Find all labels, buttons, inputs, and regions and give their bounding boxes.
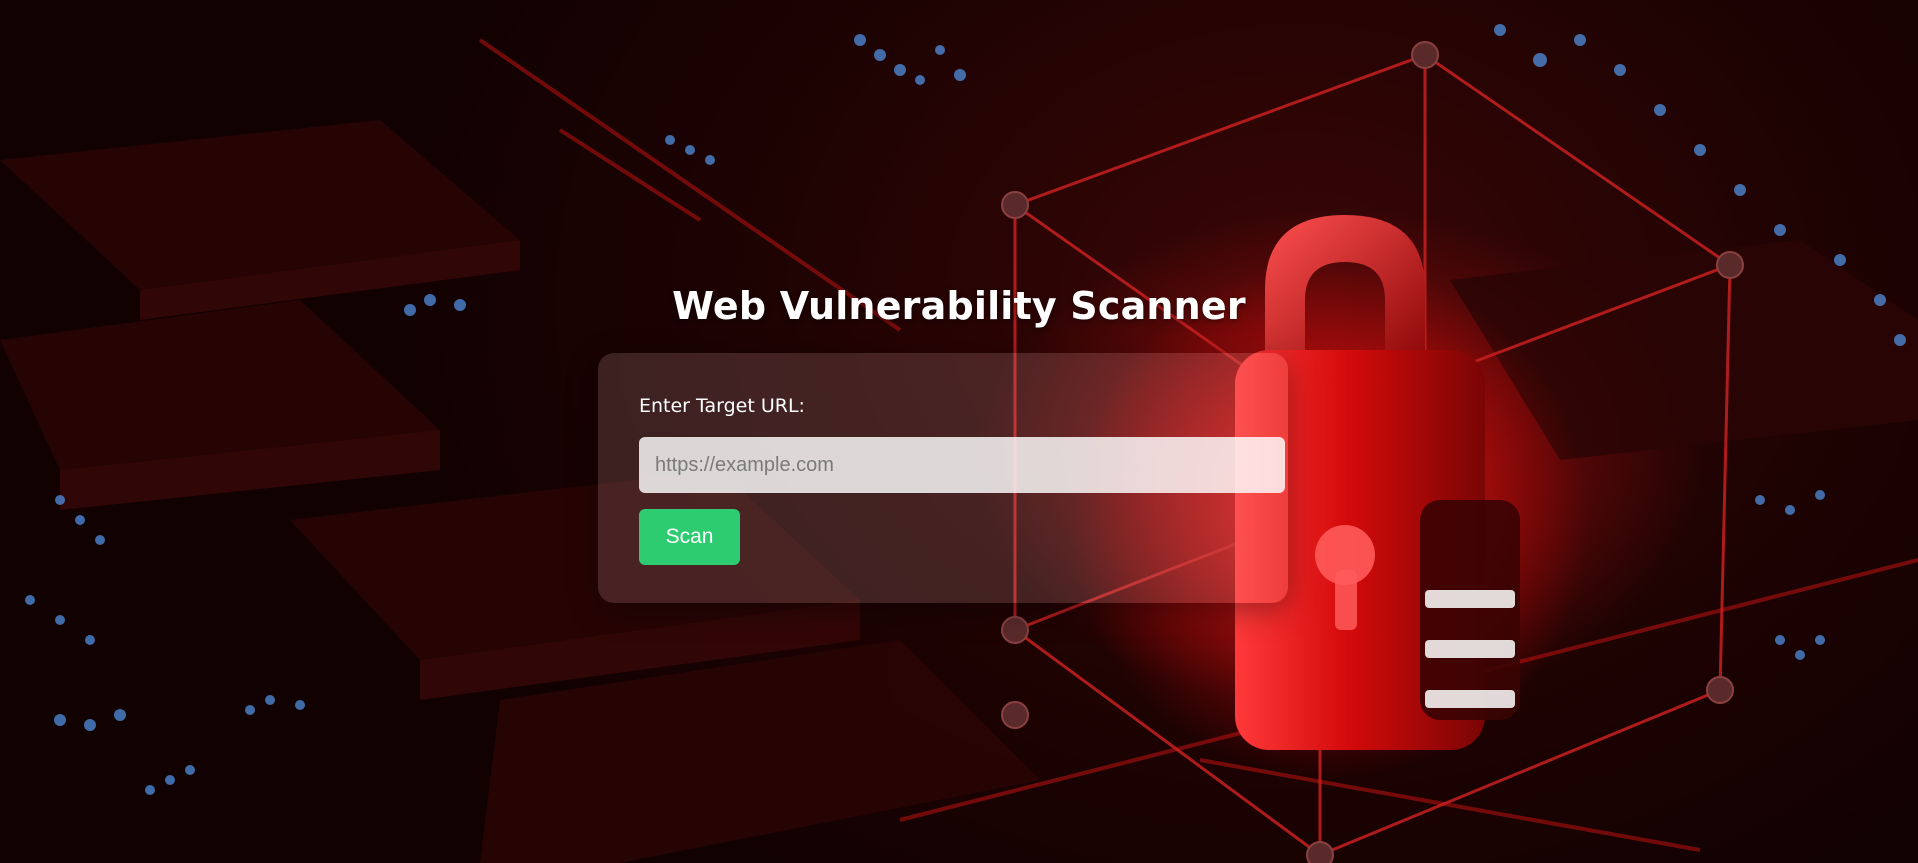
scan-button[interactable]: Scan	[639, 509, 740, 565]
page-title: Web Vulnerability Scanner	[672, 284, 1246, 328]
scan-form-card: Enter Target URL: Scan	[598, 353, 1288, 603]
target-url-label: Enter Target URL:	[639, 395, 805, 417]
target-url-input[interactable]	[639, 437, 1285, 493]
